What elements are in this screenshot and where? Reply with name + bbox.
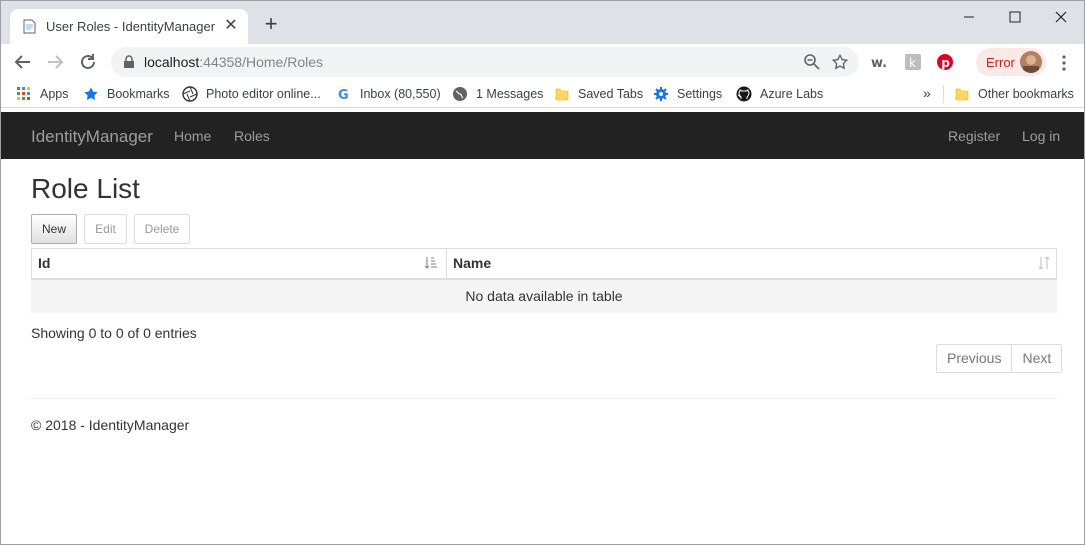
- site-navbar: IdentityManager Home Roles Register Log …: [1, 112, 1084, 159]
- folder-icon: [555, 88, 569, 101]
- svg-text:w.: w.: [871, 56, 887, 71]
- globe-icon: [453, 87, 467, 101]
- next-page-button[interactable]: Next: [1011, 345, 1061, 372]
- gear-icon: [654, 87, 668, 101]
- back-arrow-icon[interactable]: [11, 50, 35, 74]
- address-bar[interactable]: localhost:44358/Home/Roles: [111, 47, 859, 77]
- column-header-id[interactable]: Id: [32, 249, 446, 279]
- browser-menu-icon[interactable]: [1056, 54, 1072, 72]
- profile-error-button[interactable]: Error: [976, 48, 1046, 76]
- k-extension-icon[interactable]: k: [904, 53, 922, 71]
- avatar: [1020, 51, 1042, 73]
- browser-toolbar: localhost:44358/Home/Roles w. k p Error: [1, 44, 1084, 80]
- table-info: Showing 0 to 0 of 0 entries: [31, 325, 197, 341]
- brand-link[interactable]: IdentityManager: [31, 127, 153, 147]
- nav-register[interactable]: Register: [948, 128, 1000, 144]
- page-title: Role List: [31, 173, 140, 204]
- minimize-icon[interactable]: [946, 5, 992, 29]
- empty-table-row: No data available in table: [31, 280, 1057, 313]
- bookmarks-overflow-icon[interactable]: »: [923, 85, 931, 103]
- footer-text: © 2018 - IdentityManager: [31, 417, 190, 433]
- browser-window: User Roles - IdentityManager ✕ + localho…: [0, 0, 1085, 545]
- new-button[interactable]: New: [31, 214, 77, 244]
- previous-page-button[interactable]: Previous: [937, 345, 1011, 372]
- tab-close-icon[interactable]: ✕: [222, 17, 240, 35]
- tab-title: User Roles - IdentityManager: [46, 19, 216, 34]
- browser-tab[interactable]: User Roles - IdentityManager ✕: [10, 9, 248, 44]
- column-header-name[interactable]: Name: [446, 249, 1056, 279]
- google-icon: G: [338, 88, 349, 102]
- url-text: localhost:44358/Home/Roles: [144, 54, 324, 70]
- table-header: Id Name: [31, 248, 1057, 280]
- svg-text:p: p: [941, 56, 950, 70]
- new-tab-icon[interactable]: +: [260, 13, 282, 35]
- footer-divider: [31, 398, 1057, 399]
- github-icon: [736, 86, 752, 102]
- error-label: Error: [986, 55, 1015, 70]
- forward-arrow-icon[interactable]: [43, 50, 67, 74]
- maximize-icon[interactable]: [992, 5, 1038, 29]
- pagination: Previous Next: [936, 344, 1063, 373]
- delete-button[interactable]: Delete: [134, 214, 190, 244]
- sort-ascending-icon: [424, 257, 437, 269]
- bookmarks-divider: [943, 85, 944, 103]
- aperture-icon: [182, 86, 198, 102]
- nav-roles[interactable]: Roles: [234, 128, 270, 144]
- nav-home[interactable]: Home: [174, 128, 211, 144]
- pinterest-icon[interactable]: p: [936, 53, 954, 71]
- apps-grid-icon: [17, 87, 30, 100]
- lock-icon: [124, 55, 134, 68]
- edit-button[interactable]: Edit: [84, 214, 127, 244]
- svg-text:G: G: [338, 88, 349, 102]
- tab-strip: User Roles - IdentityManager ✕ +: [1, 1, 1084, 44]
- nav-login[interactable]: Log in: [1022, 128, 1060, 144]
- svg-text:k: k: [909, 56, 916, 70]
- star-icon: [84, 87, 98, 100]
- bookmark-star-icon[interactable]: [831, 53, 849, 71]
- roles-table: Id Name No data available in table: [31, 248, 1057, 313]
- zoom-icon[interactable]: [803, 53, 821, 71]
- close-window-icon[interactable]: [1038, 5, 1084, 29]
- bookmarks-bar: Apps Bookmarks Photo editor online... G …: [1, 80, 1084, 108]
- folder-icon: [955, 88, 969, 101]
- sort-both-icon: [1038, 256, 1050, 270]
- w-extension-icon[interactable]: w.: [871, 53, 889, 71]
- page-icon: [23, 19, 36, 34]
- reload-icon[interactable]: [76, 50, 100, 74]
